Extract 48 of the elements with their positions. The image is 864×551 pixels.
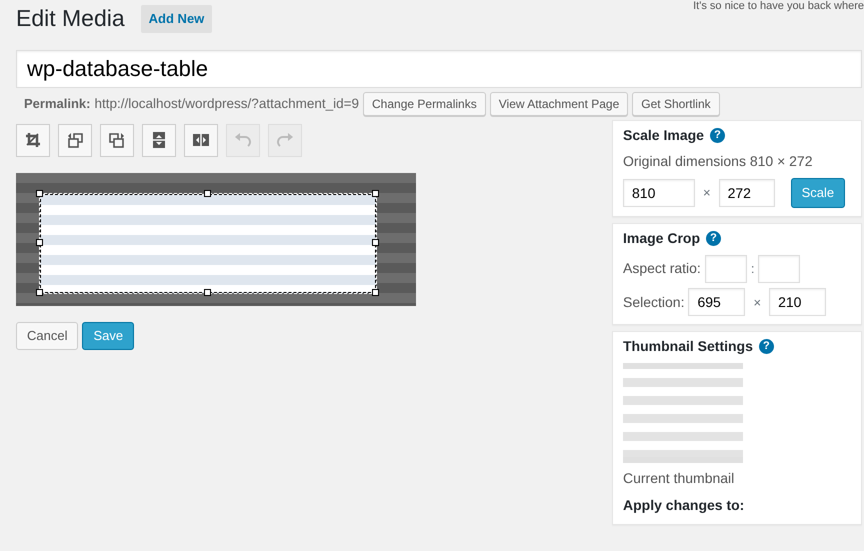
aspect-height-field[interactable] (758, 254, 800, 283)
permalink-button[interactable]: Change Permalinks (363, 92, 486, 116)
times-sign: × (752, 294, 762, 312)
rotate-right-icon (108, 131, 126, 150)
panel-title: Scale Image (623, 126, 704, 145)
flip-horizontal-button[interactable] (184, 124, 218, 157)
permalink-button[interactable]: View Attachment Page (490, 92, 628, 116)
notice-text: It's so nice to have you back where (693, 0, 864, 12)
crop-button[interactable] (16, 124, 50, 157)
width-field[interactable]: 810 (623, 179, 695, 208)
aspect-ratio-label: Aspect ratio: (623, 259, 701, 278)
crop-handle[interactable] (36, 288, 43, 296)
colon-sign: : (750, 260, 754, 278)
undo-icon (234, 131, 252, 150)
crop-handle[interactable] (372, 288, 379, 296)
panel-title: Thumbnail Settings (623, 337, 753, 356)
thumbnail-caption: Current thumbnail (623, 469, 736, 488)
title-field[interactable]: wp-database-table (16, 50, 862, 88)
page-title: Edit Media (16, 4, 125, 33)
rotate-right-button[interactable] (100, 124, 134, 157)
height-field[interactable]: 272 (718, 179, 775, 208)
permalink-label: Permalink: (24, 95, 90, 114)
selection-height-field[interactable]: 210 (769, 288, 826, 316)
panel-title: Image Crop (623, 229, 700, 248)
permalink-url: http://localhost/wordpress/?attachment_id=9 (94, 94, 360, 113)
crop-handle[interactable] (204, 190, 211, 197)
crop-handle[interactable] (36, 190, 43, 197)
flip-vertical-button[interactable] (142, 124, 176, 157)
apply-changes-label: Apply changes to: (623, 496, 746, 516)
cancel-button[interactable]: Cancel (16, 322, 78, 350)
selection-label: Selection: (623, 292, 684, 312)
crop-handle[interactable] (36, 238, 43, 246)
help-icon[interactable]: ? (710, 128, 725, 143)
rotate-left-button[interactable] (58, 124, 92, 157)
rotate-left-icon (66, 131, 84, 150)
crop-handle[interactable] (372, 238, 379, 246)
crop-handle[interactable] (372, 190, 379, 197)
aspect-width-field[interactable] (704, 254, 747, 283)
selection-width-field[interactable]: 695 (688, 288, 746, 316)
times-sign: × (703, 184, 711, 202)
redo-icon (276, 131, 294, 150)
permalink-button[interactable]: Get Shortlink (632, 92, 720, 116)
flip-vertical-icon (150, 131, 168, 150)
help-icon[interactable]: ? (706, 231, 722, 246)
add-new-button[interactable]: Add New (140, 5, 212, 33)
help-icon[interactable]: ? (758, 339, 774, 354)
crop-icon (24, 131, 42, 150)
original-dimensions: Original dimensions 810 × 272 (623, 152, 814, 172)
